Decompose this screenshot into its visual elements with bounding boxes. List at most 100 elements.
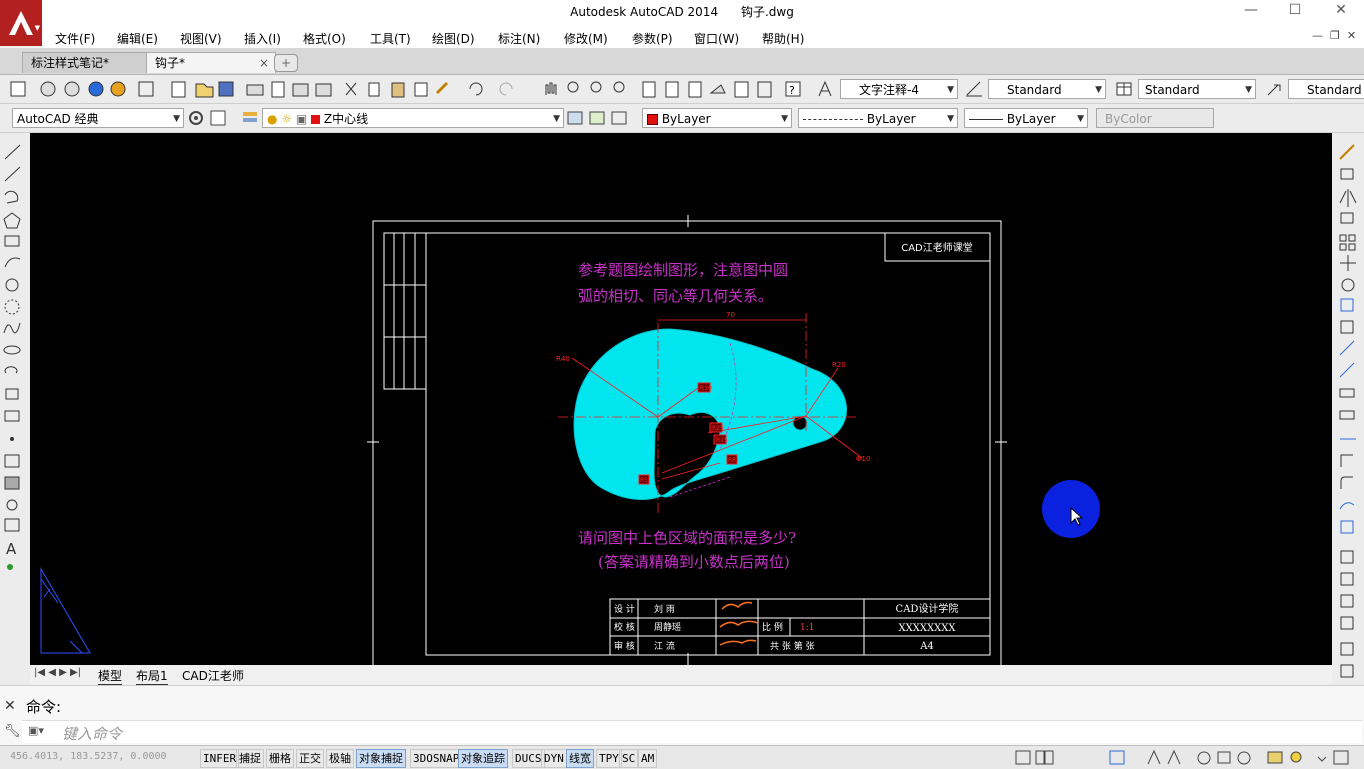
command-prompt-icon[interactable]: ▣▾: [28, 724, 44, 737]
line-icon: [4, 144, 21, 160]
color-dropdown[interactable]: ByLayer ▼: [642, 108, 792, 128]
chevron-down-icon: ▼: [947, 114, 954, 124]
toggle-3dosnap[interactable]: 3DOSNAP: [410, 749, 463, 768]
file-title: 钩子.dwg: [740, 5, 794, 19]
dim-style-value: Standard: [1007, 83, 1062, 97]
window-title: Autodesk AutoCAD 2014 钩子.dwg: [0, 3, 1364, 20]
toggle-am[interactable]: AM: [638, 749, 658, 768]
toggle-dyn[interactable]: DYN: [541, 749, 567, 768]
toggle-lineweight[interactable]: 线宽: [566, 749, 594, 768]
workspace-dropdown[interactable]: AutoCAD 经典 ▼: [12, 108, 184, 128]
linetype-preview: [803, 119, 863, 120]
dim-style-icon[interactable]: [964, 79, 984, 99]
command-input[interactable]: ▣▾ 键入命令: [22, 720, 1362, 743]
clean-screen-icon: [1333, 750, 1349, 765]
close-button[interactable]: ✕: [1326, 2, 1356, 22]
dim-style-dropdown[interactable]: Standard ▼: [988, 79, 1106, 99]
menu-tools[interactable]: 工具(T): [370, 30, 411, 47]
corner-label: CAD江老师课堂: [901, 241, 973, 254]
table-style-dropdown[interactable]: Standard ▼: [1138, 79, 1256, 99]
tab-layout1[interactable]: 布局1: [136, 667, 168, 685]
tab-hook[interactable]: 钩子* ×: [146, 52, 276, 73]
menu-help[interactable]: 帮助(H): [762, 30, 804, 47]
drawing-canvas[interactable]: CAD江老师课堂 参考题图绘制图形，注意图中圆 弧的相切、同心等几何关系。 70…: [30, 133, 1332, 665]
text-style-dropdown[interactable]: 文字注释-4 ▼: [840, 79, 958, 99]
hatch-icon: [4, 454, 20, 468]
doc-window-controls[interactable]: — ❐ ✕: [1312, 29, 1356, 42]
chevron-down-icon: ▼: [947, 85, 954, 95]
arc-icon: [4, 257, 21, 268]
question-line-2: (答案请精确到小数点后两位): [598, 553, 790, 571]
polyline-icon: [4, 190, 19, 204]
menu-format[interactable]: 格式(O): [303, 30, 346, 47]
modify-toolbar-icons[interactable]: [1332, 133, 1364, 683]
lineweight-dropdown[interactable]: ByLayer ▼: [964, 108, 1088, 128]
rectangle-icon: [4, 235, 20, 247]
toggle-otrack[interactable]: 对象追踪: [458, 749, 508, 768]
standard-toolbar: ? 文字注释-4 ▼ Standard ▼ Standard ▼ Standard: [0, 75, 1364, 104]
menu-parametric[interactable]: 参数(P): [632, 30, 673, 47]
menu-edit[interactable]: 编辑(E): [117, 30, 158, 47]
maximize-button[interactable]: ☐: [1280, 2, 1310, 22]
layer-tools-icons[interactable]: [564, 108, 630, 128]
menu-file[interactable]: 文件(F): [55, 30, 95, 47]
circle-icon: [5, 278, 19, 292]
layer-properties-icon[interactable]: [240, 108, 260, 128]
performance-icon: [1237, 751, 1251, 765]
ellipse-icon: [3, 345, 21, 355]
chevron-down-icon: ▼: [173, 114, 180, 124]
toggle-snap[interactable]: 捕捉: [236, 749, 264, 768]
mleader-style-dropdown[interactable]: Standard: [1288, 79, 1364, 99]
toggle-osnap[interactable]: 对象捕捉: [356, 749, 406, 768]
minimize-button[interactable]: —: [1236, 2, 1266, 22]
table-style-icon[interactable]: [1114, 79, 1134, 99]
layout-nav-arrows[interactable]: |◀ ◀ ▶ ▶|: [34, 667, 81, 678]
toggle-sc[interactable]: SC: [619, 749, 639, 768]
revcloud-icon: [4, 299, 20, 315]
menu-modify[interactable]: 修改(M): [564, 30, 608, 47]
explode-icon: [1340, 520, 1354, 534]
toggle-infer[interactable]: INFER: [200, 749, 240, 768]
wrench-icon[interactable]: 🔧︎: [4, 724, 21, 739]
toggle-ducs[interactable]: DUCS: [512, 749, 545, 768]
status-tray-icons[interactable]: [1012, 749, 1364, 767]
make-block-icon: [4, 410, 20, 422]
instruction-line-2: 弧的相切、同心等几何关系。: [578, 287, 773, 305]
gear-icon[interactable]: [186, 108, 206, 128]
application-menu-button[interactable]: ▼: [0, 0, 42, 46]
draw-toolbar-icons[interactable]: A: [0, 133, 30, 583]
polygon-icon: [3, 212, 21, 229]
new-tab-icon[interactable]: +: [274, 54, 298, 72]
command-line: ✕ 命令: ▣▾ 键入命令 🔧︎: [0, 685, 1364, 746]
plotstyle-value: ByColor: [1105, 112, 1152, 126]
ellipse-arc-icon: [4, 366, 18, 374]
linetype-dropdown[interactable]: ByLayer ▼: [798, 108, 958, 128]
above-object-icon: [1340, 616, 1354, 630]
menu-dimension[interactable]: 标注(N): [498, 30, 540, 47]
menu-draw[interactable]: 绘图(D): [432, 30, 475, 47]
menu-insert[interactable]: 插入(I): [244, 30, 281, 47]
model-space-icon: [1015, 750, 1031, 765]
tab-notes[interactable]: 标注样式笔记*: [22, 52, 158, 73]
array-icon: [1339, 234, 1347, 242]
layer-color-swatch: [311, 115, 321, 124]
menu-window[interactable]: 窗口(W): [694, 30, 739, 47]
stretch-icon: [1340, 320, 1354, 334]
send-back-icon: [1340, 594, 1354, 608]
draworder-icon: [1340, 550, 1354, 564]
toggle-tpy[interactable]: TPY: [596, 749, 622, 768]
tab-cad-teacher[interactable]: CAD江老师: [182, 667, 244, 684]
mleader-style-icon[interactable]: [1264, 79, 1284, 99]
workspace-settings-icon[interactable]: [208, 108, 228, 128]
tab-close-icon[interactable]: ×: [259, 53, 269, 73]
status-menu-chevron-icon: [1317, 756, 1327, 762]
toggle-polar[interactable]: 极轴: [326, 749, 354, 768]
tab-model[interactable]: 模型: [98, 667, 123, 685]
toggle-ortho[interactable]: 正交: [296, 749, 324, 768]
toggle-grid[interactable]: 栅格: [266, 749, 294, 768]
text-style-icon[interactable]: [816, 79, 836, 99]
layer-dropdown[interactable]: ● ☼ ▣ Z中心线 ▼: [262, 108, 564, 128]
menu-view[interactable]: 视图(V): [180, 30, 222, 47]
chevron-down-icon: ▼: [553, 114, 560, 124]
command-close-icon[interactable]: ✕: [4, 698, 16, 714]
